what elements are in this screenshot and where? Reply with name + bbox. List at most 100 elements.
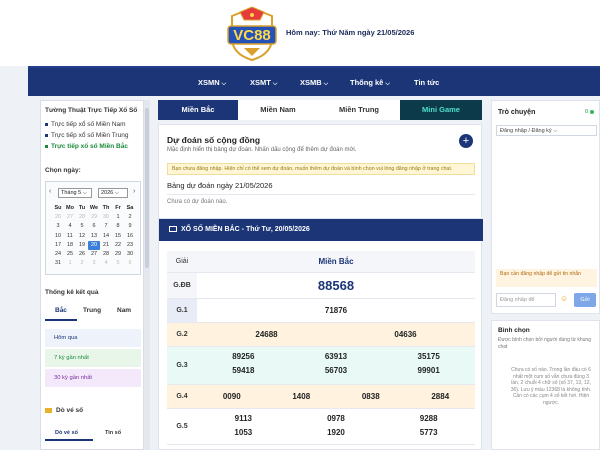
live-link-north[interactable]: Trực tiếp xổ số Miền Bắc (45, 143, 128, 150)
calendar-day[interactable]: 1 (64, 259, 76, 268)
calendar-day[interactable]: 6 (124, 259, 136, 268)
calendar-day[interactable]: 26 (52, 213, 64, 222)
calendar-day[interactable]: 10 (52, 232, 64, 241)
calendar-day[interactable]: 20 (88, 240, 100, 250)
calendar-day[interactable]: 13 (88, 232, 100, 241)
top-bar: VC88 Hôm nay: Thứ Năm ngày 21/05/2026 (0, 0, 600, 66)
date-calendar: ‹ Tháng 5 ⌵ 2026 ⌵ › Su Mo Tu We Th Fr Sa 26 27 2… (45, 181, 141, 275)
col-label-prize: Giải (175, 258, 189, 265)
calendar-day[interactable]: 26 (76, 250, 88, 259)
nav-xsmn[interactable]: XSMN ⌵ (198, 78, 226, 88)
calendar-day[interactable]: 1 (112, 213, 124, 222)
vc88-logo[interactable]: VC88 (222, 6, 282, 62)
tab-south[interactable]: Miền Nam (238, 100, 318, 120)
stats-item-yesterday[interactable]: Hôm qua (45, 329, 141, 347)
calendar-day[interactable]: 23 (124, 241, 136, 250)
nav-xsmb[interactable]: XSMB ⌵ (300, 78, 328, 88)
add-prediction-button[interactable]: + (459, 134, 473, 148)
calendar-day[interactable]: 2 (76, 259, 88, 268)
calendar-day[interactable]: 31 (52, 259, 64, 268)
calendar-day[interactable]: 25 (64, 250, 76, 259)
results-header: XỔ SỐ MIỀN BẮC - Thứ Tư, 20/05/2026 (159, 219, 483, 241)
calendar-day[interactable]: 14 (100, 232, 112, 241)
vote-title: Bình chọn (498, 327, 530, 334)
calendar-day[interactable]: 29 (112, 250, 124, 259)
calendar-day[interactable]: 28 (76, 213, 88, 222)
month-select[interactable]: Tháng 5 ⌵ (58, 188, 92, 198)
nav-statistics[interactable]: Thống kê ⌵ (350, 78, 390, 88)
choose-date-label: Chọn ngày: (45, 167, 81, 174)
calendar-day[interactable]: 16 (124, 232, 136, 241)
stats-tabs: Bắc Trung Nam (45, 305, 141, 319)
stats-tab-central[interactable]: Trung (83, 307, 101, 314)
right-sidebar: Trò chuyện 0 Đăng nhập / Đăng ký ⌵ Bạn c… (491, 100, 600, 450)
calendar-day[interactable]: 4 (100, 259, 112, 268)
calendar-day[interactable]: 5 (112, 259, 124, 268)
tab-central[interactable]: Miền Trung (318, 100, 400, 120)
left-scrollbar-thumb[interactable] (145, 108, 149, 268)
calendar-day[interactable]: 12 (76, 232, 88, 241)
region-tabs: Miền Bắc Miền Nam Miền Trung Mini Game (158, 100, 482, 120)
ticket-tab-news[interactable]: Tin số (105, 430, 121, 436)
bullet-icon (45, 133, 48, 137)
calendar-week-row: 3456789 (52, 222, 136, 231)
calendar-day[interactable]: 30 (100, 213, 112, 222)
emoji-icon[interactable]: ☺ (560, 294, 568, 303)
calendar-day[interactable]: 7 (100, 222, 112, 231)
calendar-day[interactable]: 15 (112, 232, 124, 241)
calendar-day[interactable]: 3 (52, 222, 64, 231)
chat-login-warning: Bạn cần đăng nhập để gửi tin nhắn (496, 269, 597, 287)
prev-month-icon[interactable]: ‹ (49, 188, 51, 195)
left-scrollbar[interactable] (144, 100, 150, 450)
calendar-day[interactable]: 9 (124, 222, 136, 231)
calendar-day[interactable]: 2 (124, 213, 136, 222)
stats-item-30[interactable]: 30 kỳ gần nhất (45, 369, 141, 387)
live-link-south[interactable]: Trực tiếp xổ số Miền Nam (45, 121, 126, 128)
online-dot-icon (590, 109, 594, 114)
calendar-weekday: We (89, 205, 99, 211)
calendar-day[interactable]: 3 (88, 259, 100, 268)
calendar-day[interactable]: 5 (76, 222, 88, 231)
chat-input[interactable]: Đăng nhập để (496, 293, 556, 307)
calendar-day[interactable]: 11 (64, 232, 76, 241)
calendar-day[interactable]: 18 (64, 241, 76, 250)
nav-news[interactable]: Tin tức (414, 78, 439, 87)
calendar-day[interactable]: 17 (52, 241, 64, 250)
prize-label: G.4 (176, 393, 188, 400)
prize-number: 88568 (317, 278, 355, 293)
nav-xsmt[interactable]: XSMT ⌵ (250, 78, 277, 88)
year-select[interactable]: 2026 ⌵ (98, 188, 128, 198)
calendar-day[interactable]: 19 (76, 241, 88, 250)
stats-item-7[interactable]: 7 kỳ gần nhất (45, 349, 141, 367)
calendar-day[interactable]: 4 (64, 222, 76, 231)
next-month-icon[interactable]: › (133, 188, 135, 195)
calendar-day[interactable]: 28 (100, 250, 112, 259)
calendar-day[interactable]: 29 (88, 213, 100, 222)
calendar-weekday: Fr (115, 205, 121, 211)
prize-number: 9288 (419, 414, 438, 423)
live-link-central-label: Trực tiếp xổ số Miền Trung (51, 132, 129, 139)
calendar-day[interactable]: 8 (112, 222, 124, 231)
calendar-week-row: 26 27 28 29 30 1 2 (52, 213, 136, 222)
prize-number: 04636 (394, 330, 417, 339)
calendar-weekday: Su (54, 205, 62, 211)
stats-tab-south[interactable]: Nam (117, 307, 131, 314)
calendar-day[interactable]: 22 (112, 241, 124, 250)
calendar-day[interactable]: 27 (64, 213, 76, 222)
tab-north[interactable]: Miền Bắc (158, 100, 238, 120)
chat-title: Trò chuyện (498, 109, 536, 116)
stats-tab-north[interactable]: Bắc (55, 307, 67, 314)
calendar-day[interactable]: 27 (88, 250, 100, 259)
live-link-central[interactable]: Trực tiếp xổ số Miền Trung (45, 132, 128, 139)
ticket-tab-underline (45, 439, 93, 441)
send-button[interactable]: Gửi (574, 293, 596, 307)
prize-number: 5773 (419, 428, 438, 437)
calendar-day[interactable]: 21 (100, 241, 112, 250)
calendar-day[interactable]: 24 (52, 250, 64, 259)
ticket-tab-check[interactable]: Dò vé số (55, 430, 78, 436)
chat-login-link[interactable]: Đăng nhập / Đăng ký ⌵ (496, 125, 597, 136)
calendar-day[interactable]: 6 (88, 222, 100, 231)
ticket-check-label: Dò vé số (56, 407, 84, 414)
calendar-day[interactable]: 30 (124, 250, 136, 259)
tab-minigame[interactable]: Mini Game (400, 100, 482, 120)
